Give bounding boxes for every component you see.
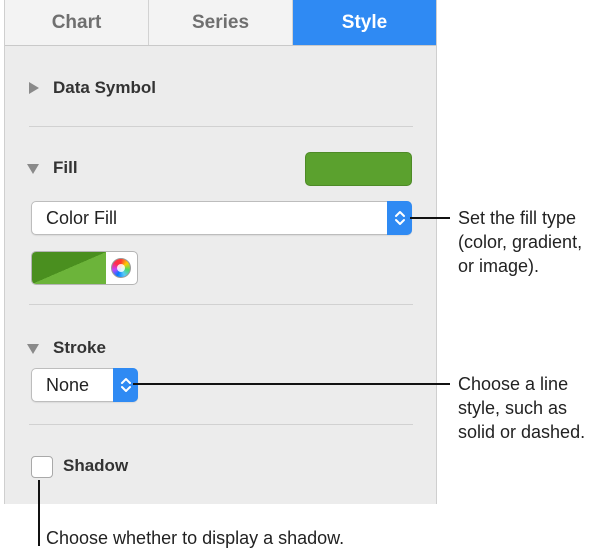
disclosure-triangle-expanded-icon	[27, 164, 39, 174]
disclosure-triangle-collapsed-icon	[29, 82, 39, 94]
shadow-label: Shadow	[63, 456, 129, 475]
fill-type-popup[interactable]: Color Fill	[31, 201, 412, 235]
fill-type-callout-text: Set the fill type (color, gradient, or i…	[458, 208, 583, 276]
fill-type-callout-line	[410, 217, 450, 219]
fill-color-swatch[interactable]	[305, 152, 412, 186]
fill-color-well[interactable]	[31, 251, 138, 285]
inspector-tab-bar: Chart Series Style	[5, 0, 436, 46]
fill-type-value: Color Fill	[46, 207, 118, 228]
shadow-callout-text: Choose whether to display a shadow.	[46, 528, 345, 548]
fill-section-header[interactable]: Fill	[27, 158, 78, 178]
disclosure-triangle-expanded-icon	[27, 344, 39, 354]
color-wheel-icon[interactable]	[111, 258, 131, 278]
data-symbol-label: Data Symbol	[53, 78, 156, 97]
stroke-label: Stroke	[53, 338, 106, 357]
stroke-style-callout-text: Choose a line style, such as solid or da…	[458, 374, 586, 442]
tab-chart[interactable]: Chart	[5, 0, 149, 45]
fill-label: Fill	[53, 158, 78, 177]
shadow-checkbox[interactable]	[31, 456, 53, 478]
stroke-style-popup[interactable]: None	[31, 368, 138, 402]
stroke-style-value: None	[46, 374, 90, 395]
stroke-style-callout-line	[133, 383, 450, 385]
section-divider	[29, 424, 413, 425]
data-symbol-section-header[interactable]: Data Symbol	[29, 78, 156, 98]
format-inspector-panel: Chart Series Style Data Symbol Fill Colo…	[4, 0, 437, 504]
section-divider	[29, 126, 413, 127]
tab-style[interactable]: Style	[293, 0, 436, 45]
color-well-swatch[interactable]	[32, 252, 106, 284]
tab-series[interactable]: Series	[149, 0, 293, 45]
stroke-section-header[interactable]: Stroke	[27, 338, 106, 358]
popup-stepper-icon	[113, 368, 138, 402]
popup-stepper-icon	[387, 201, 412, 235]
section-divider	[29, 304, 413, 305]
shadow-callout-line	[38, 480, 40, 546]
